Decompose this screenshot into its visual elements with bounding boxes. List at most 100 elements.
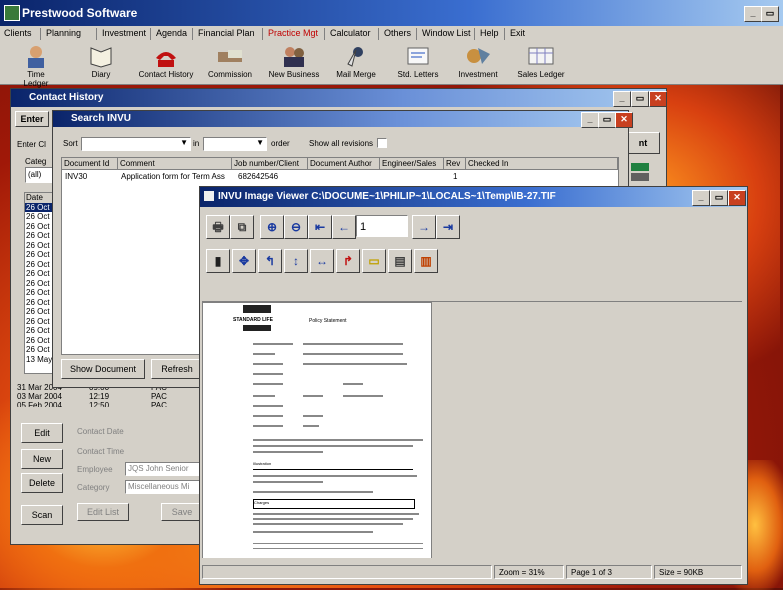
fit-height-icon[interactable]: ↕ xyxy=(284,249,308,273)
right-action-button[interactable]: nt xyxy=(626,132,660,154)
toolbar-investment[interactable]: Investment xyxy=(456,44,500,79)
pan-icon[interactable]: ✥ xyxy=(232,249,256,273)
toolbar-time-ledger[interactable]: Time Ledger xyxy=(14,44,58,88)
page-status: Page 1 of 3 xyxy=(566,565,652,579)
menu-separator xyxy=(192,28,193,40)
viewer-title-bar: INVU Image Viewer C:\DOCUME~1\PHILIP~1\L… xyxy=(200,187,747,207)
toolbar-diary[interactable]: Diary xyxy=(86,44,116,79)
delete-button[interactable]: Delete xyxy=(21,473,63,493)
minimize-button[interactable]: _ xyxy=(613,91,631,107)
commission-icon xyxy=(216,44,244,68)
text-line xyxy=(253,513,419,515)
rotate-right-icon[interactable]: ↱ xyxy=(336,249,360,273)
close-button[interactable]: ✕ xyxy=(615,112,633,128)
size-status: Size = 90KB xyxy=(654,565,742,579)
menu-separator xyxy=(378,28,379,40)
close-button[interactable]: ✕ xyxy=(649,91,667,107)
fit-page-icon[interactable]: ▮ xyxy=(206,249,230,273)
menu-calculator[interactable]: Calculator xyxy=(330,28,371,38)
zoom-out-icon[interactable]: ⊖ xyxy=(284,215,308,239)
menu-window-list[interactable]: Window List xyxy=(422,28,471,38)
toolbar-label: New Business xyxy=(268,70,320,79)
menu-others[interactable]: Others xyxy=(384,28,411,38)
next-page-icon[interactable]: → xyxy=(412,215,436,239)
save-button[interactable]: Save xyxy=(161,503,203,521)
contact-history-title-bar: Contact History _ ▭ ✕ xyxy=(11,89,667,107)
app-title-bar: Prestwood Software _ ▭ xyxy=(0,0,783,26)
toolbar-commission[interactable]: Commission xyxy=(206,44,254,79)
maximize-button[interactable]: ▭ xyxy=(631,91,649,107)
toolbar-new-business[interactable]: New Business xyxy=(266,44,322,79)
employee-field[interactable]: JQS John Senior xyxy=(125,462,201,476)
menu-help[interactable]: Help xyxy=(480,28,499,38)
app-icon xyxy=(4,5,20,21)
close-button[interactable]: ✕ xyxy=(728,190,746,206)
refresh-button[interactable]: Refresh xyxy=(151,359,203,379)
rev-cell: 1 xyxy=(453,172,458,181)
column-header[interactable]: Rev xyxy=(444,158,466,170)
maximize-button[interactable]: ▭ xyxy=(761,6,779,22)
toolbar-std-letters[interactable]: Std. Letters xyxy=(394,44,442,79)
column-header[interactable]: Comment xyxy=(118,158,232,170)
first-page-icon[interactable]: ⇤ xyxy=(308,215,332,239)
sort-dropdown[interactable]: ▼ xyxy=(81,137,191,151)
text-line xyxy=(253,373,283,375)
menu-bar: Clients Planning Investment Agenda Finan… xyxy=(0,26,783,42)
last-page-icon[interactable]: ⇥ xyxy=(436,215,460,239)
toolbar-label: Sales Ledger xyxy=(517,70,565,79)
window-title: INVU Image Viewer C:\DOCUME~1\PHILIP~1\L… xyxy=(218,191,556,202)
toolbar-contact-history[interactable]: Contact History xyxy=(134,44,198,79)
tab-enter[interactable]: Enter xyxy=(15,111,49,127)
rotate-left-icon[interactable]: ↰ xyxy=(258,249,282,273)
table-row[interactable]: INV30 Application form for Term Ass 6826… xyxy=(62,170,618,182)
printer-icon[interactable] xyxy=(629,159,653,187)
text-line xyxy=(253,531,373,533)
column-header[interactable]: Job number/Client xyxy=(232,158,308,170)
minimize-button[interactable]: _ xyxy=(692,190,710,206)
copy-icon[interactable]: ⧉ xyxy=(230,215,254,239)
toolbar-label: Std. Letters xyxy=(397,70,439,79)
phone-icon xyxy=(152,44,180,68)
document-view[interactable]: STANDARD LIFE Policy Statement Illustrat… xyxy=(202,301,742,558)
maximize-button[interactable]: ▭ xyxy=(598,112,616,128)
maximize-button[interactable]: ▭ xyxy=(710,190,728,206)
in-dropdown[interactable]: ▼ xyxy=(203,137,267,151)
annotate-icon[interactable]: ▭ xyxy=(362,249,386,273)
thumbnails-icon[interactable]: ▤ xyxy=(388,249,412,273)
show-document-button[interactable]: Show Document xyxy=(61,359,145,379)
edit-button[interactable]: Edit xyxy=(21,423,63,443)
menu-planning[interactable]: Planning xyxy=(46,28,81,38)
in-label: in xyxy=(193,139,200,148)
scan-button[interactable]: Scan xyxy=(21,505,63,525)
menu-financial-plan[interactable]: Financial Plan xyxy=(198,28,255,38)
minimize-button[interactable]: _ xyxy=(581,112,599,128)
menu-exit[interactable]: Exit xyxy=(510,28,525,38)
page-number-input[interactable]: 1 xyxy=(356,215,408,237)
column-header[interactable]: Document Id xyxy=(62,158,118,170)
new-button[interactable]: New xyxy=(21,449,63,469)
app-title: Prestwood Software xyxy=(22,6,138,20)
column-header[interactable]: Document Author xyxy=(308,158,380,170)
minimize-button[interactable]: _ xyxy=(744,6,762,22)
menu-practice-mgt[interactable]: Practice Mgt xyxy=(268,28,318,38)
edit-list-button[interactable]: Edit List xyxy=(77,503,129,521)
previous-page-icon[interactable]: ← xyxy=(332,215,356,239)
print-icon[interactable]: 🖶 xyxy=(206,215,230,239)
toolbar-mail-merge[interactable]: Mail Merge xyxy=(334,44,378,79)
zoom-in-icon[interactable]: ⊕ xyxy=(260,215,284,239)
standard-life-logo xyxy=(243,305,271,313)
column-header[interactable]: Engineer/Sales xyxy=(380,158,444,170)
menu-separator xyxy=(262,28,263,40)
menu-investment[interactable]: Investment xyxy=(102,28,146,38)
menu-agenda[interactable]: Agenda xyxy=(156,28,187,38)
text-line xyxy=(253,475,417,477)
fit-width-icon[interactable]: ↔ xyxy=(310,249,334,273)
category-field[interactable]: Miscellaneous Mi xyxy=(125,480,201,494)
contact-time-label: Contact Time xyxy=(77,447,125,456)
show-revisions-checkbox[interactable] xyxy=(377,138,387,148)
column-header[interactable]: Checked In xyxy=(466,158,618,170)
menu-separator xyxy=(504,28,505,40)
split-view-icon[interactable]: ▥ xyxy=(414,249,438,273)
menu-clients[interactable]: Clients xyxy=(4,28,32,38)
toolbar-sales-ledger[interactable]: Sales Ledger xyxy=(516,44,566,79)
